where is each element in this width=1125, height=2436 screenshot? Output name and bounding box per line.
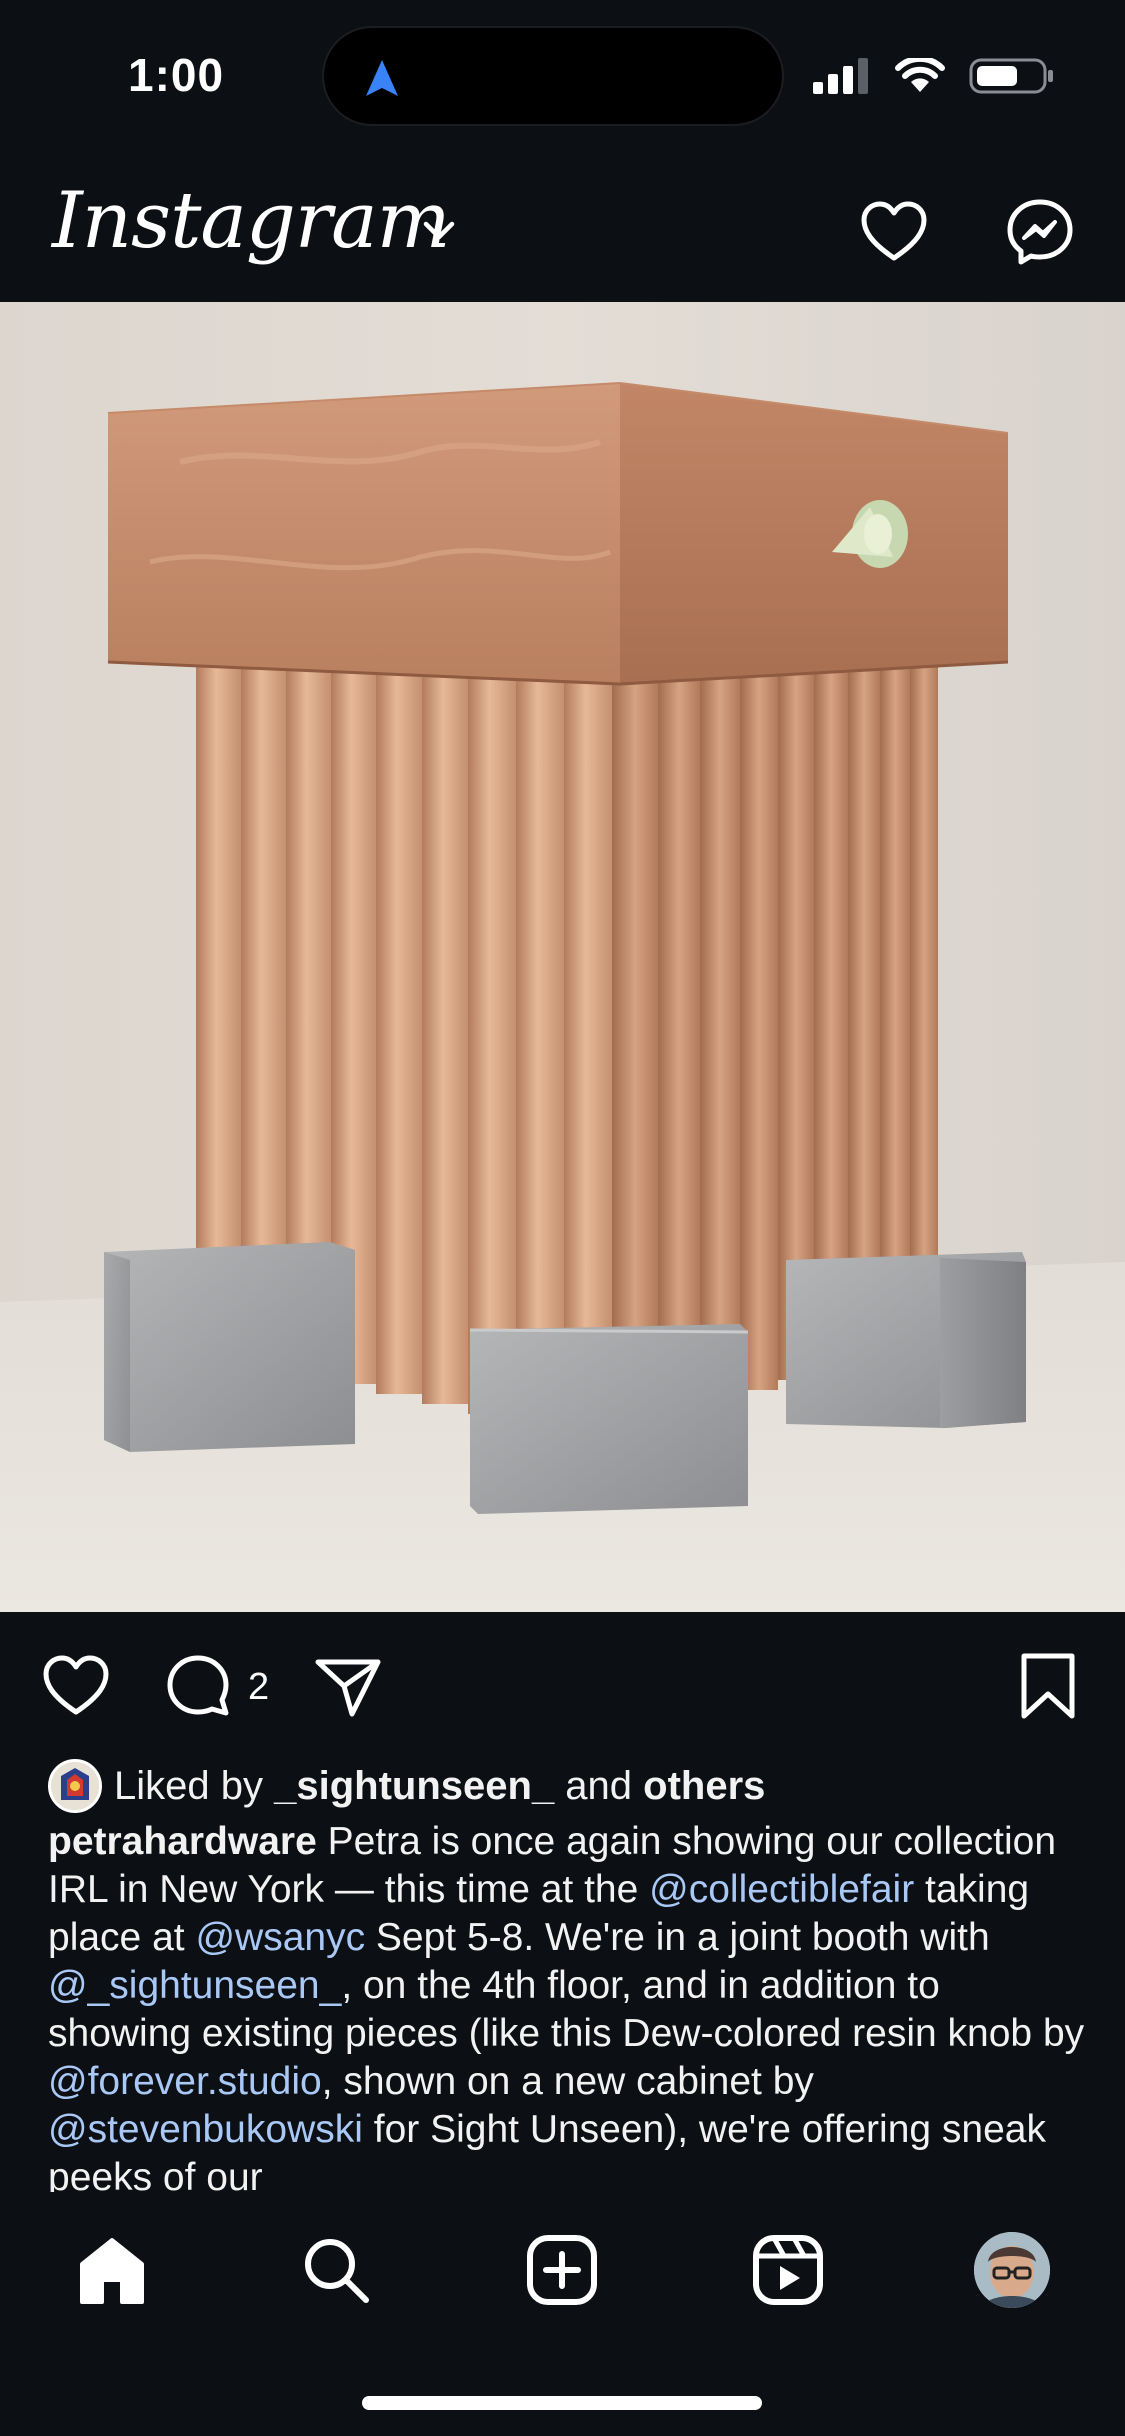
status-indicators [813,56,1055,96]
likes-prefix: Liked by [114,1763,275,1808]
search-icon[interactable] [298,2232,374,2308]
caption-username[interactable]: petrahardware [48,1820,317,1863]
create-icon[interactable] [524,2232,600,2308]
heart-icon[interactable] [858,196,930,268]
post-caption: petrahardware Petra is once again showin… [48,1818,1088,2192]
likes-middle: and [554,1763,644,1808]
profile-avatar[interactable] [974,2232,1050,2308]
cellular-signal-icon [813,58,868,94]
status-time: 1:00 [128,49,225,101]
post-image[interactable] [0,302,1125,1612]
caption-text: Sept 5-8. We're in a joint booth with [365,1916,990,1959]
status-bar: 1:00 [0,0,1125,150]
liker-avatar [48,1759,102,1813]
wifi-icon [895,58,945,92]
comment-icon[interactable] [162,1650,234,1722]
dynamic-island [322,26,784,126]
mention-link[interactable]: @wsanyc [195,1916,365,1959]
bookmark-icon[interactable] [1012,1650,1084,1722]
mention-link[interactable]: @forever.studio [48,2060,322,2103]
instagram-logo[interactable]: Instagram [52,176,451,266]
reels-icon[interactable] [750,2232,826,2308]
app-header: Instagram [0,160,1125,300]
home-indicator[interactable] [362,2396,762,2410]
messenger-icon[interactable] [1004,196,1076,268]
likes-summary[interactable]: Liked by _sightunseen_ and others [48,1758,765,1814]
chevron-down-icon[interactable] [420,216,458,244]
comment-count[interactable]: 2 [248,1666,269,1709]
location-arrow-icon [366,60,398,96]
post-actions: 2 [0,1640,1125,1730]
mention-link[interactable]: @_sightunseen_ [48,1964,341,2007]
caption-text: , shown on a new cabinet by [321,2060,814,2103]
battery-icon [969,58,1053,94]
heart-icon[interactable] [40,1650,112,1722]
liker-username[interactable]: _sightunseen_ [274,1764,554,1809]
share-icon[interactable] [312,1650,384,1722]
mention-link[interactable]: @stevenbukowski [48,2108,363,2151]
cabinet-photo [0,302,1125,1612]
home-icon[interactable] [74,2232,150,2308]
likes-others[interactable]: others [643,1764,765,1809]
mention-link[interactable]: @collectiblefair [649,1868,914,1911]
